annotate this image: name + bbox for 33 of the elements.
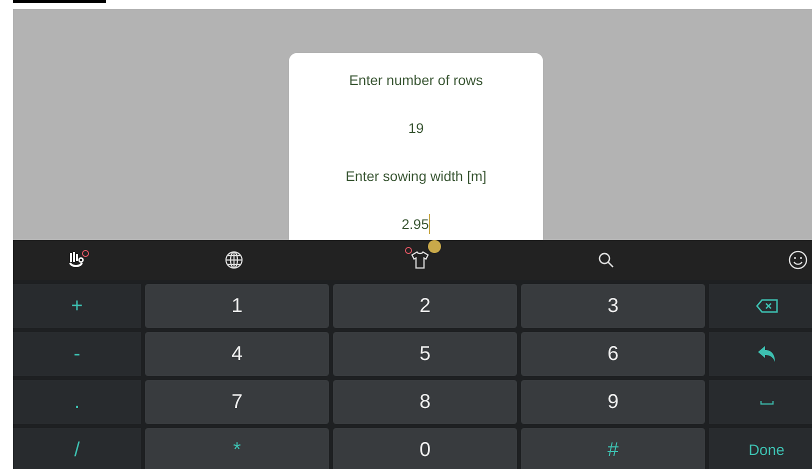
symbol-key[interactable]: +: [13, 284, 141, 328]
digit-key[interactable]: 0: [333, 428, 517, 469]
text-cursor: [428, 214, 430, 234]
symbol-key[interactable]: *: [145, 428, 329, 469]
digit-key[interactable]: 6: [521, 332, 705, 376]
digit-key[interactable]: 2: [333, 284, 517, 328]
backspace-key[interactable]: [709, 284, 812, 328]
reply-arrow-icon: [756, 346, 776, 362]
field-label: Enter sowing width [m]: [346, 167, 486, 186]
space-icon: [760, 400, 774, 404]
notification-dot: [82, 250, 89, 257]
digit-key[interactable]: 8: [333, 380, 517, 424]
symbol-key[interactable]: #: [521, 428, 705, 469]
backspace-icon: [756, 299, 778, 313]
field-label: Enter number of rows: [349, 71, 483, 90]
digit-key[interactable]: 7: [145, 380, 329, 424]
digit-key[interactable]: 5: [333, 332, 517, 376]
digit-key[interactable]: 3: [521, 284, 705, 328]
field-value[interactable]: 2.95: [402, 216, 429, 232]
smiley-icon[interactable]: [788, 250, 808, 270]
field-value[interactable]: 19: [408, 120, 424, 136]
done-key[interactable]: Done: [709, 428, 812, 469]
symbol-key[interactable]: -: [13, 332, 141, 376]
digit-key[interactable]: 4: [145, 332, 329, 376]
symbol-key[interactable]: .: [13, 380, 141, 424]
globe-icon[interactable]: [225, 251, 243, 269]
digit-key[interactable]: 9: [521, 380, 705, 424]
search-icon[interactable]: [598, 252, 614, 268]
shirt-icon[interactable]: [410, 250, 430, 270]
notification-dot: [405, 247, 412, 254]
digit-key[interactable]: 1: [145, 284, 329, 328]
hand-gesture-icon[interactable]: [68, 251, 86, 269]
symbol-key[interactable]: /: [13, 428, 141, 469]
